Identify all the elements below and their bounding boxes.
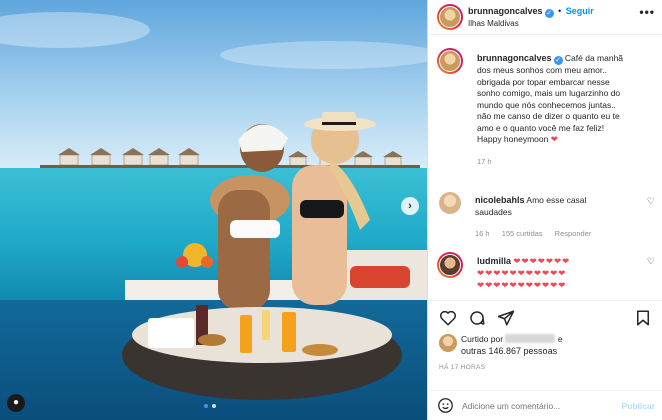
caption-line: Happy honeymoon [477, 134, 549, 144]
comment-time: 16 h [475, 229, 490, 238]
caption-line: obrigada por topar embarcar nesse [477, 76, 610, 87]
post-timestamp[interactable]: HÁ 17 HORAS [439, 364, 485, 371]
post-username[interactable]: brunnagoncalves [468, 6, 543, 16]
next-arrow-icon[interactable]: › [401, 197, 419, 215]
tagged-users-icon[interactable]: ● [7, 394, 25, 412]
liked-by-label: Curtido por [461, 334, 504, 344]
caption-line: não me canso de dizer o quanto eu te [477, 111, 620, 121]
bookmark-icon[interactable] [634, 309, 652, 327]
heart-icon[interactable] [439, 309, 457, 327]
comment-item: ludmilla ❤❤❤❤❤❤❤ ❤❤❤❤❤❤❤❤❤❤❤ ❤❤❤❤❤❤❤❤❤❤❤… [437, 252, 657, 298]
comment-text: ❤❤❤❤❤❤❤ [513, 256, 571, 266]
comment-icon[interactable] [468, 309, 486, 327]
caption-line: Café da manhã [564, 53, 624, 63]
verified-icon: ✓ [553, 56, 563, 65]
avatar[interactable] [439, 334, 457, 352]
comment-input[interactable] [462, 397, 607, 415]
reply-button[interactable]: Responder [555, 229, 592, 238]
verified-icon: ✓ [544, 9, 554, 18]
carousel-dot [212, 404, 216, 408]
carousel-dots [204, 404, 224, 409]
caption-time: 17 h [477, 156, 492, 166]
avatar[interactable] [439, 192, 461, 214]
separator-dot: • [558, 6, 562, 16]
comment-likes[interactable]: 155 curtidas [502, 229, 543, 238]
post-location[interactable]: Ilhas Maldivas [468, 19, 519, 28]
post-side-panel: brunnagoncalves ✓ • Seguir Ilhas Maldivas… [427, 0, 662, 420]
publish-button[interactable]: Publicar [621, 401, 655, 411]
liked-by-and: e [557, 334, 563, 344]
comment-text: Amo esse casal [526, 195, 587, 205]
comment-text: ❤❤❤❤❤❤❤❤❤❤❤ [477, 280, 567, 290]
comment-text: ❤❤❤❤❤❤❤❤❤❤❤ [477, 268, 567, 278]
post-header: brunnagoncalves ✓ • Seguir Ilhas Maldivas… [428, 0, 662, 35]
caption-line: sonho comigo, mais um lugarzinho do [477, 88, 621, 98]
likes-count[interactable]: outras 146.867 pessoas [461, 346, 557, 356]
avatar[interactable] [437, 4, 463, 30]
share-icon[interactable] [497, 309, 515, 327]
comment-text: saudades [475, 206, 512, 217]
comment-like-heart-icon[interactable]: ♡ [647, 256, 655, 267]
caption-line: amo e o quanto você me faz feliz! [477, 122, 605, 133]
post-photo[interactable]: › ● [0, 0, 427, 420]
avatar[interactable] [437, 252, 463, 278]
red-heart-emoji: ❤ [550, 134, 558, 144]
caption-line: mundo que nós conhecemos juntas.. [477, 99, 616, 110]
blurred-username[interactable] [505, 334, 556, 343]
add-comment-bar: Publicar [428, 390, 662, 420]
caption-line: dos meus sonhos com meu amor.. [477, 65, 607, 75]
comment-username[interactable]: nicolebahls [475, 195, 525, 205]
carousel-dot-active [204, 404, 208, 408]
comment-username[interactable]: ludmilla [477, 256, 511, 266]
follow-button[interactable]: Seguir [566, 6, 594, 16]
caption-username[interactable]: brunnagoncalves [477, 53, 552, 63]
beach-scene-image [0, 0, 427, 420]
more-options-button[interactable]: ••• [639, 5, 655, 19]
comment-like-heart-icon[interactable]: ♡ [647, 196, 655, 207]
comment-item: nicolebahls Amo esse casal saudades 16 h… [437, 192, 657, 242]
avatar[interactable] [437, 48, 463, 74]
emoji-icon[interactable] [437, 397, 454, 414]
